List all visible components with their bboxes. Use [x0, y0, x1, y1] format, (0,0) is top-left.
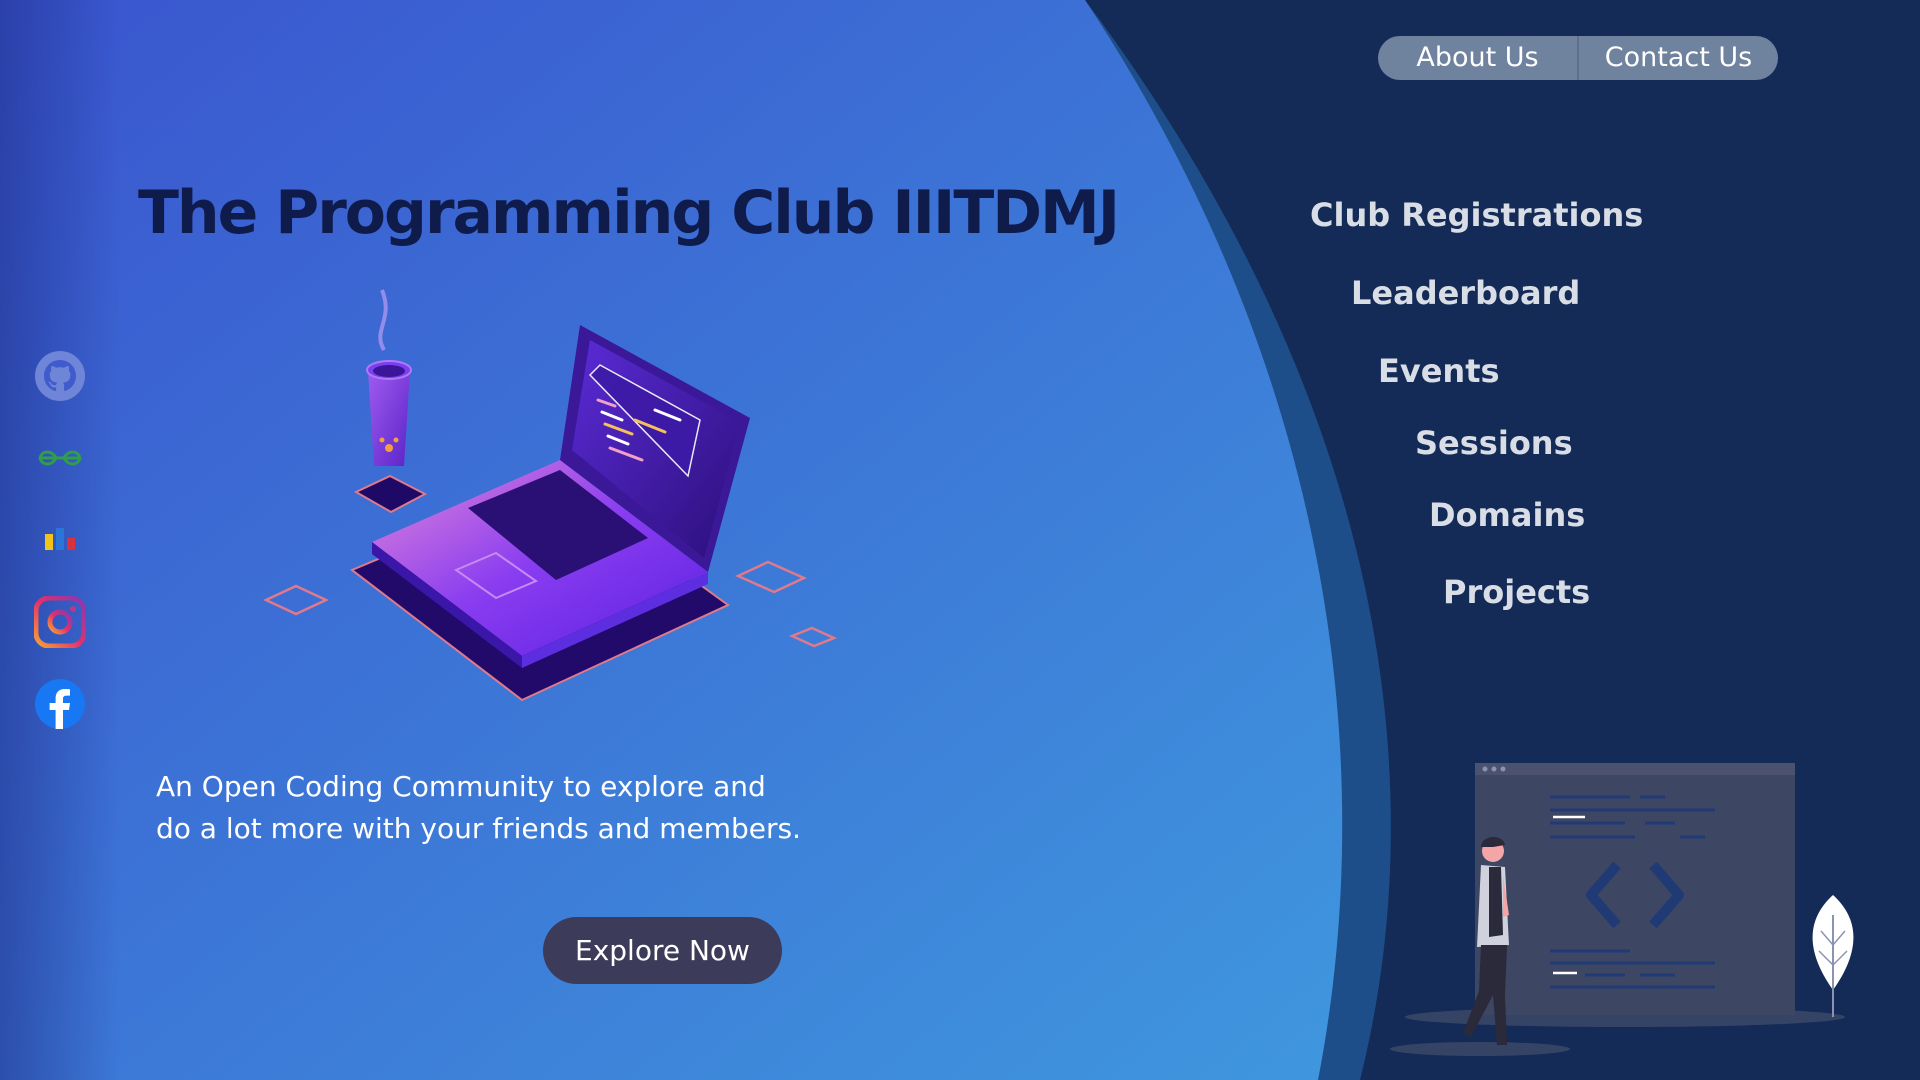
about-us-link[interactable]: About Us	[1378, 36, 1577, 80]
developer-illustration	[1390, 763, 1854, 1056]
menu-item-domains[interactable]: Domains	[1429, 496, 1585, 534]
menu-item-projects[interactable]: Projects	[1443, 573, 1590, 611]
menu-item-leaderboard[interactable]: Leaderboard	[1351, 274, 1580, 312]
laptop-coffee-illustration	[263, 289, 838, 702]
codechef-bars-icon[interactable]	[34, 514, 86, 566]
instagram-icon[interactable]	[34, 596, 86, 648]
menu-item-events[interactable]: Events	[1378, 352, 1500, 390]
description-line-2: do a lot more with your friends and memb…	[156, 812, 801, 845]
github-icon[interactable]	[34, 350, 86, 402]
menu-item-sessions[interactable]: Sessions	[1415, 424, 1573, 462]
contact-us-link[interactable]: Contact Us	[1579, 36, 1778, 80]
hero-description: An Open Coding Community to explore and …	[156, 766, 876, 850]
top-nav: About Us Contact Us	[1378, 36, 1778, 80]
facebook-icon[interactable]	[34, 678, 86, 730]
explore-now-button[interactable]: Explore Now	[543, 917, 782, 984]
landing-page: About Us Contact Us The Programming Club…	[0, 0, 1920, 1080]
menu-item-club-registrations[interactable]: Club Registrations	[1310, 196, 1643, 234]
description-line-1: An Open Coding Community to explore and	[156, 770, 766, 803]
geeksforgeeks-icon[interactable]	[34, 432, 86, 484]
page-title: The Programming Club IIITDMJ	[138, 178, 1120, 248]
